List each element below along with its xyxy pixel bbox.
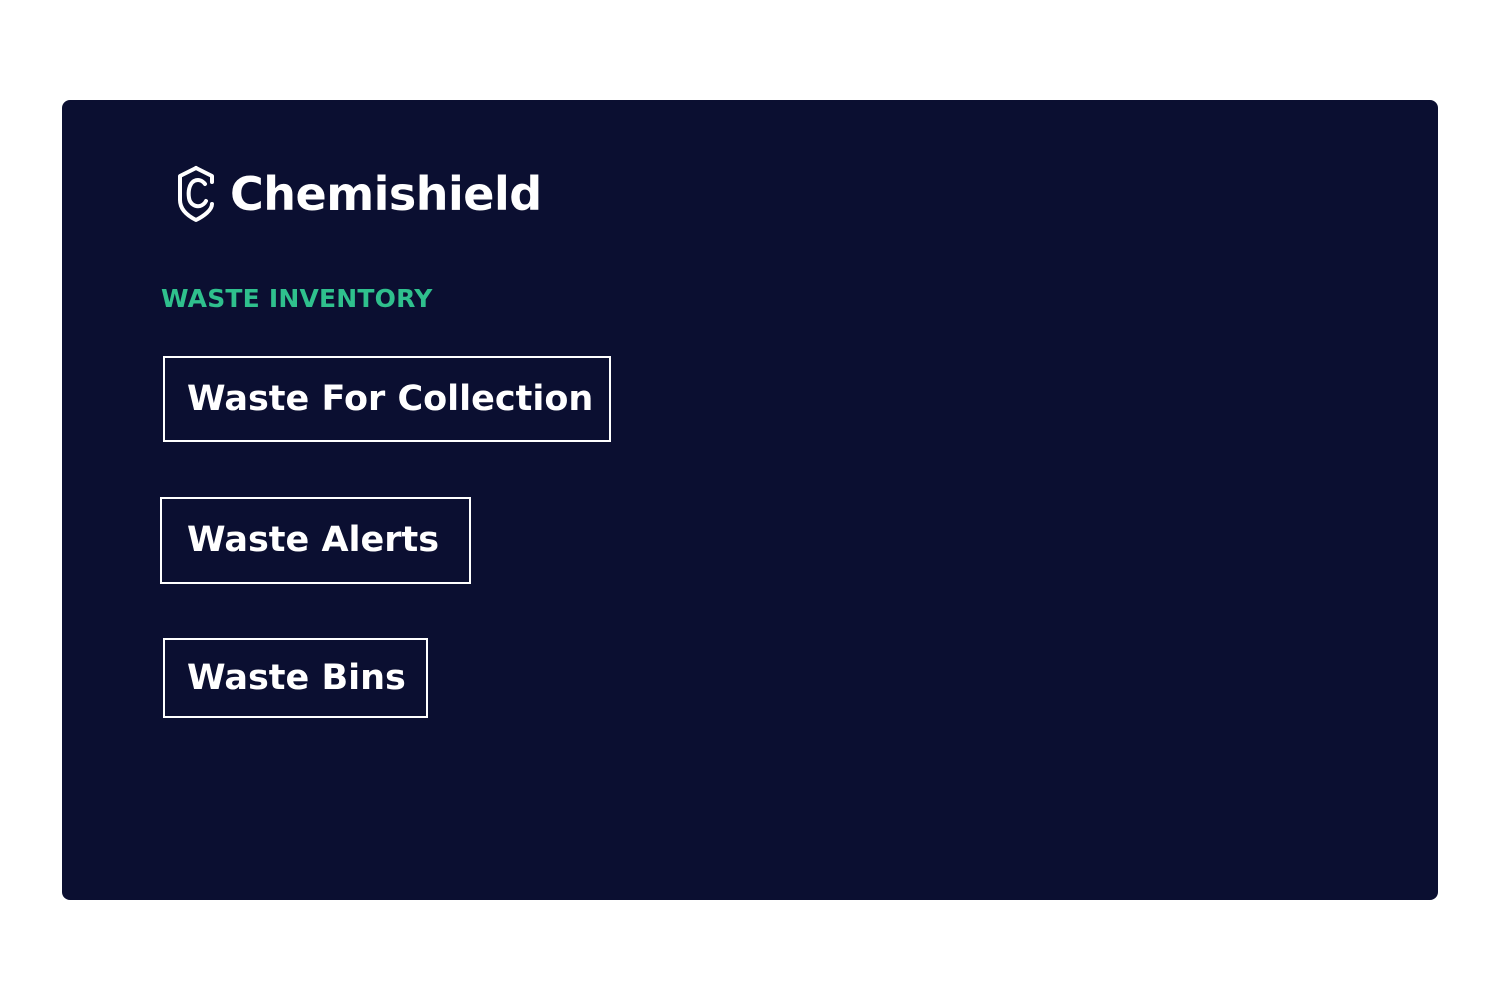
main-panel: Chemishield WASTE INVENTORY Waste For Co… <box>62 100 1438 900</box>
section-label-waste-inventory: WASTE INVENTORY <box>161 284 433 313</box>
shield-c-logo-icon <box>178 166 214 222</box>
waste-for-collection-button[interactable]: Waste For Collection <box>163 356 611 442</box>
brand-name: Chemishield <box>230 167 542 221</box>
brand-header: Chemishield <box>172 164 542 224</box>
waste-bins-button[interactable]: Waste Bins <box>163 638 428 718</box>
waste-alerts-button[interactable]: Waste Alerts <box>160 497 471 584</box>
